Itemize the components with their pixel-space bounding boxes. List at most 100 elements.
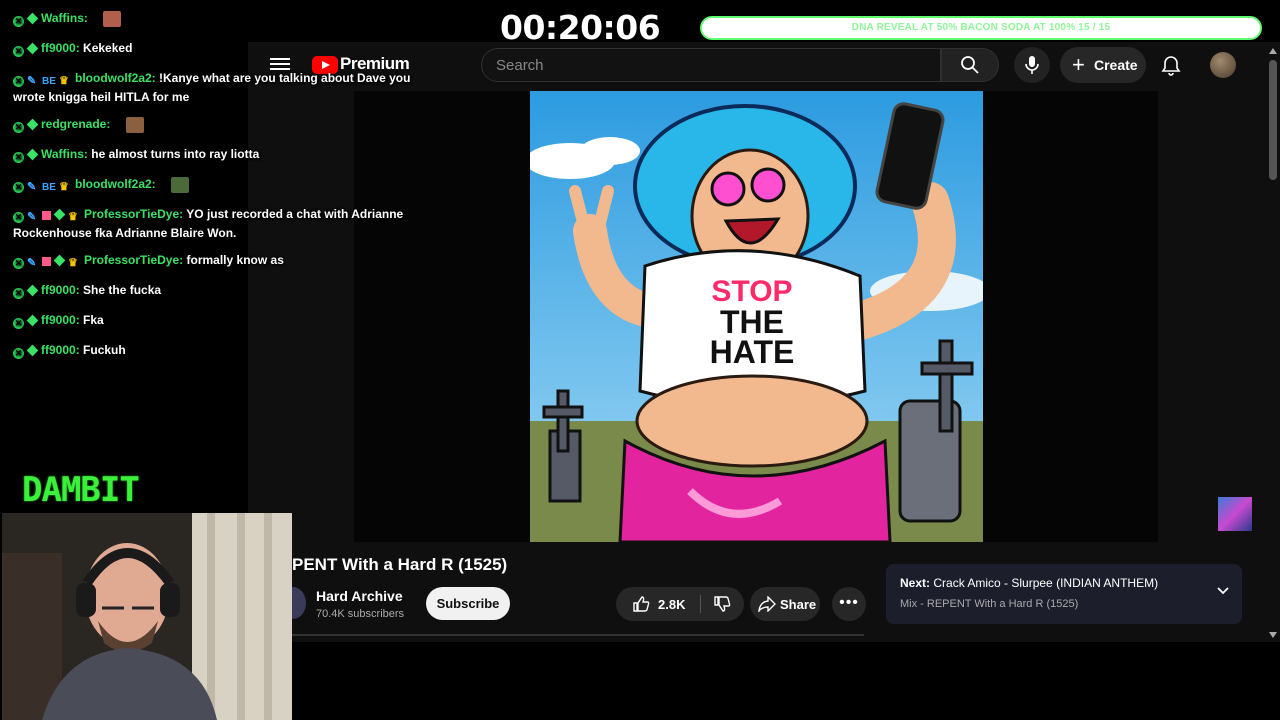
close-circle-icon: ✕ <box>13 211 24 223</box>
video-title: PENT With a Hard R (1525) <box>292 555 508 574</box>
chat-message: ✕ ff9000: Fka <box>13 311 433 330</box>
chat-text: Fka <box>83 313 104 327</box>
chat-badges: ✕ <box>13 146 41 164</box>
channel-name[interactable]: Hard Archive <box>316 588 403 604</box>
create-button[interactable]: + Create <box>1060 47 1146 83</box>
chat-username[interactable]: ProfessorTieDye: <box>84 253 183 267</box>
chat-message: ✕ redgrenade: <box>13 115 433 134</box>
more-actions-button[interactable]: ••• <box>832 587 866 621</box>
close-circle-icon: ✕ <box>13 151 24 163</box>
scrollbar-thumb[interactable] <box>1269 60 1277 180</box>
thumbs-down-icon <box>714 596 731 612</box>
chat-message: ✕ ✎ ♛ ProfessorTieDye: formally know as <box>13 251 433 270</box>
corner-thumbnail[interactable] <box>1218 497 1252 531</box>
sword-badge-icon: ✎ <box>27 74 37 87</box>
dislike-button[interactable] <box>701 587 744 621</box>
voice-search-button[interactable] <box>1014 47 1050 83</box>
diamond-badge-icon <box>26 284 39 297</box>
chat-text: formally know as <box>186 253 284 267</box>
chevron-down-icon[interactable] <box>1216 584 1230 598</box>
chat-badges: ✕ <box>13 312 41 330</box>
chat-emote <box>171 176 190 193</box>
chat-text: Fuckuh <box>83 343 126 357</box>
chat-message: ✕ ✎ BE ♛ bloodwolf2a2: <box>13 175 433 194</box>
search-button[interactable] <box>941 48 999 82</box>
next-up-title: Next: Crack Amico - Slurpee (INDIAN ANTH… <box>900 576 1158 590</box>
chat-emote <box>125 116 144 133</box>
stream-timer: 00:20:06 <box>500 8 661 47</box>
diamond-badge-icon <box>26 12 39 25</box>
like-button[interactable]: 2.8K <box>616 587 700 621</box>
diamond-badge-icon <box>26 314 39 327</box>
shirt-text-line-3: HATE <box>710 334 795 370</box>
goal-progress-bar: DNA REVEAL AT 50% BACON SODA AT 100% 15 … <box>700 16 1262 40</box>
webcam-feed <box>2 513 292 720</box>
share-button[interactable]: Share <box>750 587 820 621</box>
chat-username[interactable]: ff9000: <box>41 283 80 297</box>
chat-username[interactable]: Waffins: <box>41 147 88 161</box>
chat-username[interactable]: ff9000: <box>41 313 80 327</box>
chat-message: ✕ ff9000: Kekeked <box>13 39 433 58</box>
share-arrow-icon <box>758 596 776 612</box>
close-circle-icon: ✕ <box>13 121 24 133</box>
chat-username[interactable]: bloodwolf2a2: <box>75 177 156 191</box>
chat-username[interactable]: ProfessorTieDye: <box>84 207 183 221</box>
diamond-badge-icon <box>26 344 39 357</box>
plus-icon: + <box>1072 52 1085 77</box>
bot-badge-icon: BE <box>42 75 56 87</box>
chat-text: he almost turns into ray liotta <box>91 147 260 161</box>
chat-text: Kekeked <box>83 41 133 55</box>
diamond-badge-icon <box>26 148 39 161</box>
chat-badges: ✕ <box>13 116 41 134</box>
gift-badge-icon <box>42 256 51 266</box>
page-scrollbar[interactable] <box>1266 42 1280 642</box>
scroll-up-arrow-icon[interactable] <box>1269 48 1277 54</box>
crown-badge-icon: ♛ <box>68 210 78 223</box>
video-artwork: STOP THE HATE <box>530 91 983 542</box>
bot-badge-icon: BE <box>42 181 56 193</box>
chat-username[interactable]: ff9000: <box>41 343 80 357</box>
close-circle-icon: ✕ <box>13 15 24 27</box>
like-count: 2.8K <box>658 597 686 612</box>
chat-badges: ✕ ✎ BE ♛ <box>13 70 75 88</box>
subscriber-count: 70.4K subscribers <box>316 608 405 620</box>
close-circle-icon: ✕ <box>13 181 24 193</box>
notifications-bell-icon[interactable] <box>1160 54 1182 76</box>
close-circle-icon: ✕ <box>13 317 24 329</box>
diamond-badge-icon <box>26 118 39 131</box>
close-circle-icon: ✕ <box>13 45 24 57</box>
scroll-down-arrow-icon[interactable] <box>1269 632 1277 638</box>
close-circle-icon: ✕ <box>13 347 24 359</box>
diamond-badge-icon <box>26 42 39 55</box>
next-up-video: Crack Amico - Slurpee (INDIAN ANTHEM) <box>933 576 1159 590</box>
subscribe-button[interactable]: Subscribe <box>426 587 510 620</box>
stream-chat-overlay: ✕ Waffins: ✕ ff9000: Kekeked ✕ ✎ BE ♛ bloodwolf… <box>0 0 440 460</box>
chat-badges: ✕ ✎ ♛ <box>13 206 84 224</box>
chat-text: She the fucka <box>83 283 162 297</box>
sword-badge-icon: ✎ <box>27 180 37 193</box>
video-player[interactable]: STOP THE HATE <box>354 91 1158 542</box>
thumbs-up-icon <box>633 596 650 612</box>
like-dislike-group: 2.8K <box>616 587 744 621</box>
description-divider <box>278 634 864 636</box>
crown-badge-icon: ♛ <box>59 74 69 87</box>
microphone-icon <box>1025 56 1039 74</box>
goal-text: DNA REVEAL AT 50% BACON SODA AT 100% 15 … <box>851 22 1111 33</box>
chat-username[interactable]: ff9000: <box>41 41 80 55</box>
next-up-card[interactable]: Next: Crack Amico - Slurpee (INDIAN ANTH… <box>886 564 1242 624</box>
diamond-badge-icon <box>53 254 66 267</box>
sword-badge-icon: ✎ <box>27 210 37 223</box>
close-circle-icon: ✕ <box>13 75 24 87</box>
account-avatar[interactable] <box>1210 52 1236 78</box>
chat-username[interactable]: redgrenade: <box>41 117 110 131</box>
chat-message: ✕ ff9000: She the fucka <box>13 281 433 300</box>
gift-badge-icon <box>42 210 51 220</box>
chat-badges: ✕ <box>13 282 41 300</box>
sword-badge-icon: ✎ <box>27 256 37 269</box>
search-field[interactable] <box>481 48 941 82</box>
chat-username[interactable]: bloodwolf2a2: <box>75 71 156 85</box>
search-icon <box>961 56 979 74</box>
search-input[interactable] <box>482 49 940 81</box>
chat-username[interactable]: Waffins: <box>41 11 88 25</box>
chat-badges: ✕ ✎ BE ♛ <box>13 176 75 194</box>
